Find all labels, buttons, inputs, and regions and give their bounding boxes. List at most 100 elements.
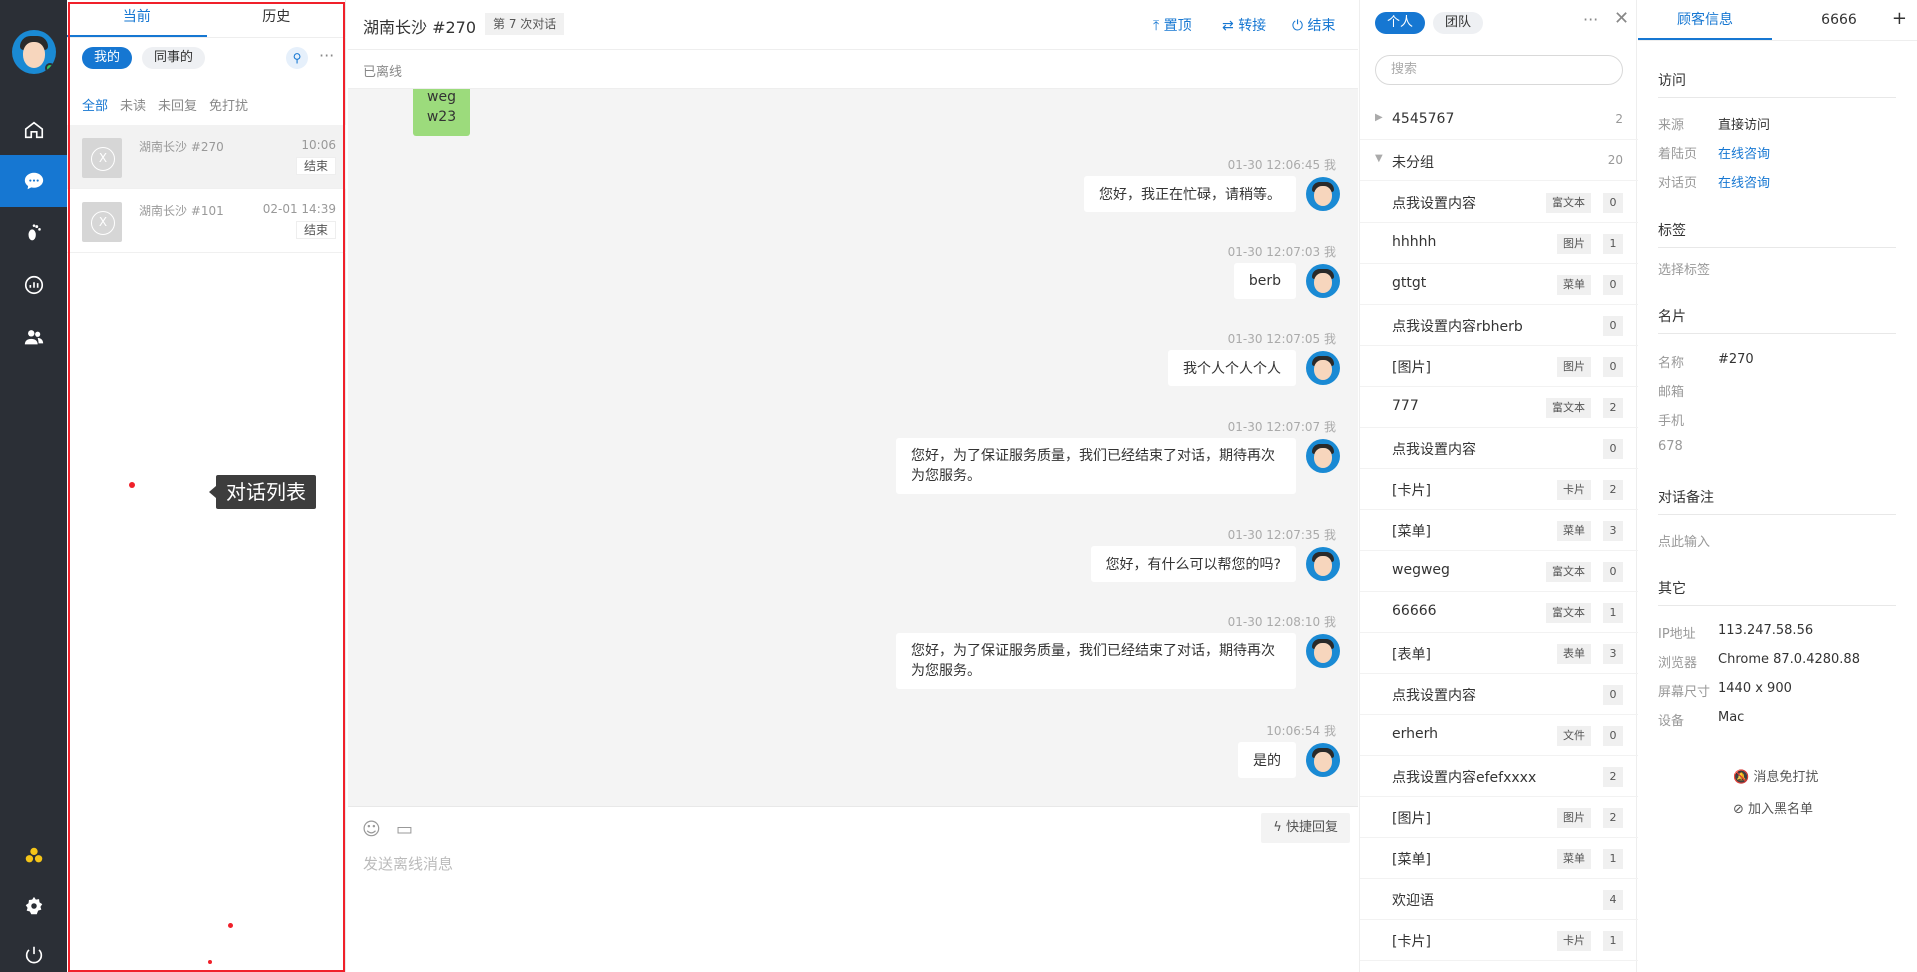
- quick-reply-item[interactable]: erherh 文件 0: [1360, 715, 1638, 756]
- quick-reply-item[interactable]: [图片] 图片 2: [1360, 797, 1638, 838]
- chat-page-link[interactable]: 在线咨询: [1718, 172, 1770, 191]
- device-value: Mac: [1718, 710, 1745, 725]
- chevron-right-icon: ▶: [1375, 112, 1383, 123]
- agent-avatar: [1306, 634, 1340, 668]
- type-badge: 富文本: [1546, 193, 1591, 213]
- add-tab-icon[interactable]: +: [1892, 8, 1907, 29]
- tab-current[interactable]: 当前: [67, 0, 207, 37]
- quick-reply-item[interactable]: [卡片] 卡片 1: [1360, 920, 1638, 961]
- phone-field[interactable]: 手机: [1658, 410, 1684, 429]
- filter-unreplied[interactable]: 未回复: [158, 95, 197, 114]
- tab-team[interactable]: 团队: [1433, 12, 1484, 34]
- tab-history[interactable]: 历史: [207, 0, 347, 37]
- pin-icon: ⤒: [1153, 18, 1164, 34]
- quick-reply-item[interactable]: 66666 富文本 1: [1360, 592, 1638, 633]
- chip-mine[interactable]: 我的: [82, 47, 133, 69]
- quick-reply-item[interactable]: gttgt 菜单 0: [1360, 264, 1638, 305]
- search-input[interactable]: 搜索: [1375, 55, 1623, 85]
- quick-reply-name: [图片]: [1392, 360, 1431, 376]
- tab-6666[interactable]: 6666: [1772, 0, 1906, 40]
- field-label: 浏览器: [1658, 656, 1698, 671]
- conversation-title: 湖南长沙 #270: [139, 140, 224, 154]
- filter-unread[interactable]: 未读: [120, 95, 146, 114]
- message-meta: 01-30 12:07:05 我: [1227, 332, 1336, 346]
- quick-reply-item[interactable]: 点我设置内容 0: [1360, 428, 1638, 469]
- type-badge: 菜单: [1557, 275, 1591, 295]
- note-input[interactable]: 点此输入: [1658, 531, 1710, 550]
- tab-customer-info[interactable]: 顾客信息: [1638, 0, 1772, 40]
- type-badge: 富文本: [1546, 603, 1591, 623]
- quick-reply-name: 点我设置内容: [1392, 688, 1476, 704]
- mute-button[interactable]: 🔕 消息免打扰: [1733, 766, 1818, 785]
- transfer-button[interactable]: ⇄ 转接: [1222, 15, 1266, 35]
- pin-button[interactable]: ⤒ 置顶: [1153, 15, 1192, 35]
- extra-field[interactable]: 678: [1658, 439, 1683, 454]
- email-field[interactable]: 邮箱: [1658, 381, 1684, 400]
- home-icon[interactable]: [0, 104, 67, 156]
- quick-reply-item[interactable]: 点我设置内容 0: [1360, 674, 1638, 715]
- quick-reply-button[interactable]: ϟ 快捷回复: [1261, 813, 1350, 843]
- field-label: 对话页: [1658, 176, 1698, 191]
- quick-reply-item[interactable]: 点我设置内容rbherb 0: [1360, 305, 1638, 346]
- close-icon[interactable]: ✕: [1614, 8, 1629, 29]
- agent-message: 您好，为了保证服务质量，我们已经结束了对话，期待再次为您服务。: [896, 633, 1296, 689]
- quick-reply-item[interactable]: 777 富文本 2: [1360, 387, 1638, 428]
- quick-reply-item[interactable]: [表单] 表单 3: [1360, 633, 1638, 674]
- stats-icon[interactable]: [0, 259, 67, 311]
- group-row[interactable]: ▼ 未分组 20: [1360, 141, 1638, 181]
- quick-reply-item[interactable]: [菜单] 菜单 3: [1360, 510, 1638, 551]
- quick-reply-item[interactable]: [卡片] 卡片 2: [1360, 469, 1638, 510]
- message-input[interactable]: 发送离线消息: [363, 853, 453, 874]
- quick-reply-name: hhhhh: [1392, 234, 1437, 250]
- folder-icon[interactable]: ▭: [396, 819, 413, 840]
- agent-message: berb: [1233, 263, 1296, 299]
- block-icon: ⊘: [1733, 802, 1749, 817]
- quick-reply-item[interactable]: [图片] 图片 0: [1360, 346, 1638, 387]
- quick-reply-item[interactable]: hhhhh 图片 1: [1360, 223, 1638, 264]
- users-icon[interactable]: [0, 311, 67, 363]
- emoji-icon[interactable]: ☺: [362, 819, 381, 840]
- agent-avatar: [1306, 439, 1340, 473]
- footprint-icon[interactable]: [0, 207, 67, 259]
- conversation-title: 湖南长沙 #101: [139, 204, 224, 218]
- message-list[interactable]: weg w23 01-30 12:06:45 我 您好，我正在忙碌，请稍等。 0…: [348, 89, 1358, 806]
- quick-reply-name: 点我设置内容: [1392, 442, 1476, 458]
- quick-reply-item[interactable]: 点我设置内容efefxxxx 2: [1360, 756, 1638, 797]
- more-icon[interactable]: ···: [319, 46, 334, 65]
- chip-colleagues[interactable]: 同事的: [142, 47, 206, 69]
- chat-icon[interactable]: [0, 155, 67, 207]
- filter-dnd[interactable]: 免打扰: [209, 95, 248, 114]
- transfer-icon: ⇄: [1222, 18, 1239, 34]
- agent-avatar: [1306, 177, 1340, 211]
- agent-avatar[interactable]: [12, 30, 56, 74]
- conversation-time: 02-01 14:39: [262, 202, 336, 216]
- quick-reply-name: [图片]: [1392, 811, 1431, 827]
- conversation-item[interactable]: 湖南长沙 #101 02-01 14:39 结束: [67, 189, 346, 253]
- landing-page-link[interactable]: 在线咨询: [1718, 143, 1770, 162]
- power-icon[interactable]: [0, 929, 67, 972]
- filter-all[interactable]: 全部: [82, 95, 108, 114]
- conversation-time: 10:06: [301, 138, 336, 152]
- usage-count: 0: [1603, 193, 1623, 213]
- blacklist-button[interactable]: ⊘ 加入黑名单: [1733, 798, 1813, 817]
- screen-value: 1440 x 900: [1718, 681, 1792, 696]
- quick-reply-item[interactable]: wegweg 富文本 0: [1360, 551, 1638, 592]
- source-value: 直接访问: [1718, 118, 1771, 133]
- name-value[interactable]: #270: [1718, 352, 1754, 367]
- conversation-item[interactable]: 湖南长沙 #270 10:06 结束: [67, 125, 346, 189]
- settings-icon[interactable]: [0, 880, 67, 932]
- browser-value: Chrome 87.0.4280.88: [1718, 652, 1860, 667]
- apps-icon[interactable]: [0, 830, 67, 882]
- quick-reply-item[interactable]: 点我设置内容 富文本 0: [1360, 182, 1638, 223]
- quick-reply-item[interactable]: 欢迎语 4: [1360, 879, 1638, 920]
- usage-count: 3: [1603, 521, 1623, 541]
- more-icon[interactable]: ···: [1583, 10, 1598, 29]
- tab-personal[interactable]: 个人: [1375, 12, 1426, 34]
- info-tabs: 顾客信息 6666: [1638, 0, 1917, 41]
- quick-reply-panel: 个人 团队 ··· ✕ 搜索 ▶ 4545767 2 ▼ 未分组 20 点我设置…: [1359, 0, 1638, 972]
- filter-icon[interactable]: ⚲: [286, 47, 308, 69]
- tag-selector[interactable]: 选择标签: [1658, 259, 1710, 278]
- end-button[interactable]: ⏻ 结束: [1292, 15, 1336, 35]
- quick-reply-item[interactable]: [菜单] 菜单 1: [1360, 838, 1638, 879]
- group-row[interactable]: ▶ 4545767 2: [1360, 100, 1638, 140]
